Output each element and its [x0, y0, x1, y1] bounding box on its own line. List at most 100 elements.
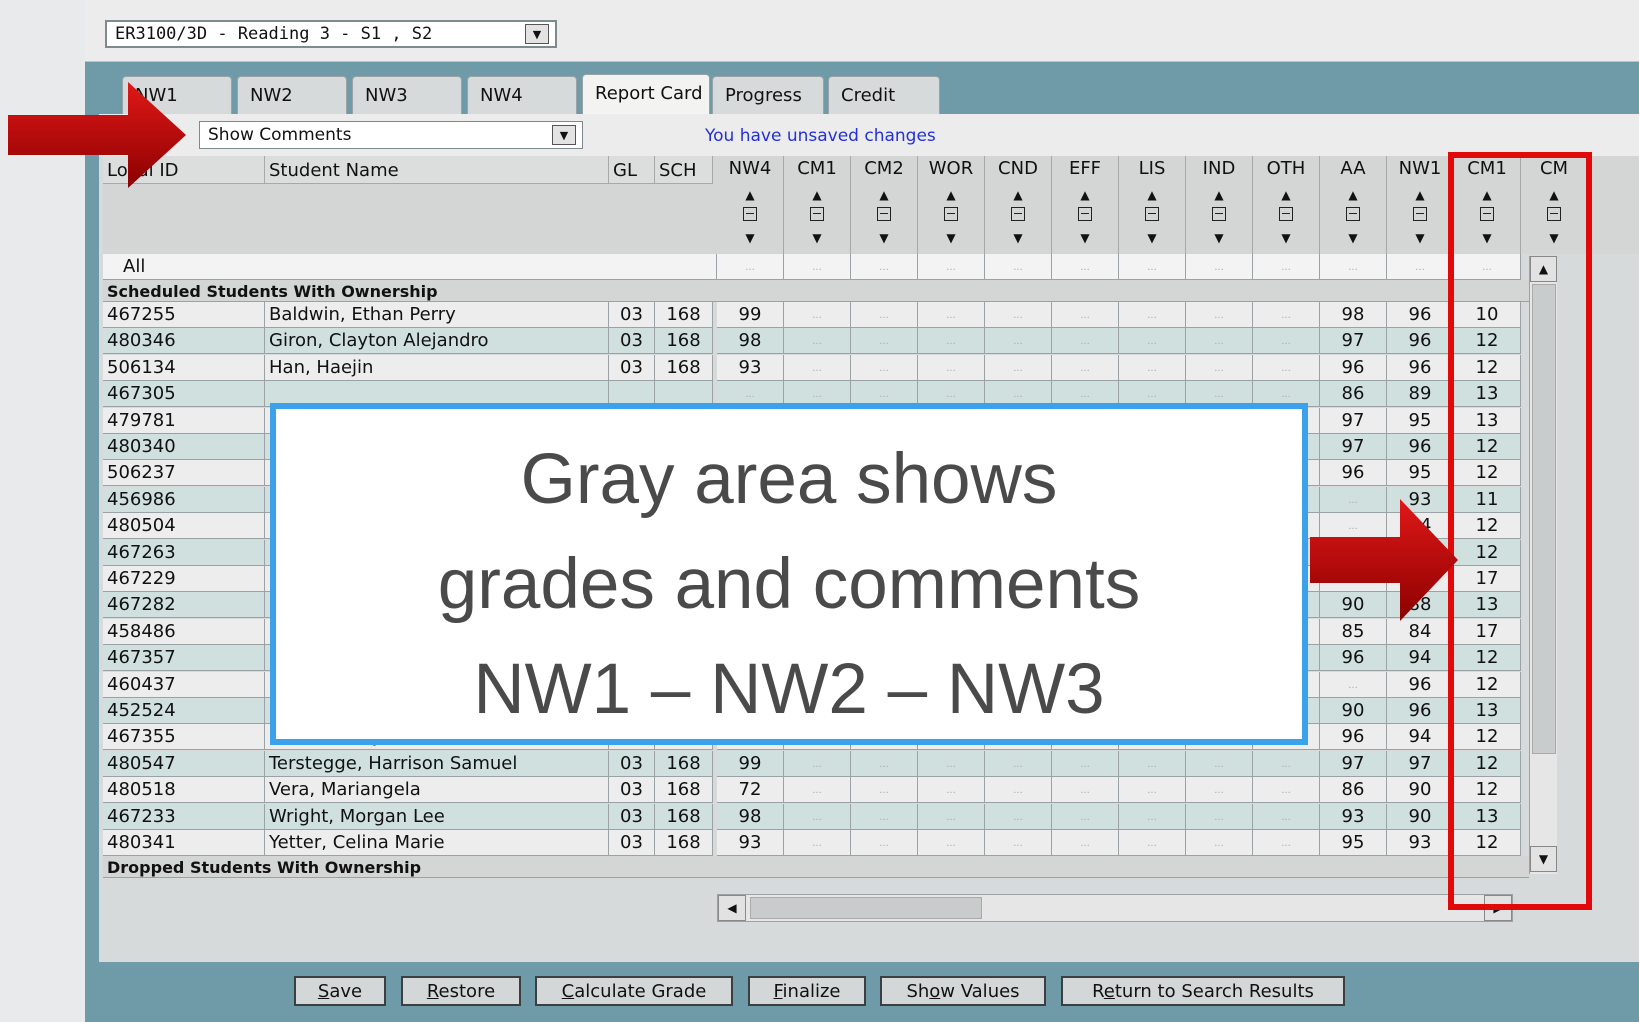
grade-cell[interactable]: 12: [1454, 354, 1521, 381]
grade-cell[interactable]: ...: [1052, 302, 1119, 328]
grade-cell[interactable]: ...: [1186, 830, 1253, 856]
grade-cell[interactable]: 97: [1320, 328, 1387, 355]
sort-up-icon[interactable]: ▲: [1320, 189, 1386, 201]
grade-cell[interactable]: ...: [784, 354, 851, 381]
table-row[interactable]: 467233 Wright, Morgan Lee 03 168 98.........…: [103, 803, 1529, 830]
grade-cell[interactable]: ...: [1253, 328, 1320, 355]
grade-cell[interactable]: ...: [1052, 328, 1119, 355]
grade-cell[interactable]: ...: [717, 254, 784, 280]
column-header-cm1[interactable]: CM1 ▲ ▼: [1454, 156, 1521, 254]
grade-cell[interactable]: 94: [1387, 724, 1454, 751]
scroll-down-icon[interactable]: ▼: [1530, 846, 1557, 872]
sort-down-icon[interactable]: ▼: [784, 232, 850, 244]
grade-cell[interactable]: 93: [1387, 830, 1454, 856]
grade-cell[interactable]: ...: [1052, 354, 1119, 381]
tab-progress[interactable]: Progress: [712, 76, 824, 114]
grade-cell[interactable]: ...: [985, 328, 1052, 355]
grade-cell[interactable]: ...: [784, 750, 851, 777]
grade-cell[interactable]: ...: [918, 803, 985, 830]
sort-up-icon[interactable]: ▲: [717, 189, 783, 201]
grade-cell[interactable]: ...: [851, 750, 918, 777]
sort-up-icon[interactable]: ▲: [1186, 189, 1252, 201]
collapse-icon[interactable]: [1212, 207, 1226, 221]
grade-cell[interactable]: 96: [1320, 645, 1387, 672]
grade-cell[interactable]: ...: [851, 328, 918, 355]
grade-cell[interactable]: 97: [1320, 434, 1387, 460]
grade-cell[interactable]: ...: [851, 354, 918, 381]
table-row[interactable]: 480518 Vera, Mariangela 03 168 72...........…: [103, 777, 1529, 804]
grade-cell[interactable]: 97: [1320, 407, 1387, 434]
grade-cell[interactable]: 96: [1387, 698, 1454, 724]
action-button-1[interactable]: Restore: [401, 976, 521, 1006]
grade-cell[interactable]: 13: [1454, 407, 1521, 434]
grade-cell[interactable]: ...: [1119, 803, 1186, 830]
grade-cell[interactable]: ...: [985, 750, 1052, 777]
tab-nw4[interactable]: NW4: [467, 76, 577, 114]
action-button-5[interactable]: Return to Search Results: [1061, 976, 1345, 1006]
action-button-3[interactable]: Finalize: [748, 976, 866, 1006]
grade-cell[interactable]: 12: [1454, 539, 1521, 566]
grade-cell[interactable]: 89: [1387, 381, 1454, 408]
grade-cell[interactable]: 12: [1454, 328, 1521, 355]
scroll-right-icon[interactable]: ▶: [1484, 895, 1512, 921]
grade-cell[interactable]: ...: [784, 830, 851, 856]
grade-cell[interactable]: 12: [1454, 830, 1521, 856]
collapse-icon[interactable]: [1413, 207, 1427, 221]
grade-cell[interactable]: ...: [851, 302, 918, 328]
chevron-down-icon[interactable]: ▼: [525, 24, 549, 44]
grade-cell[interactable]: ...: [784, 777, 851, 804]
grade-cell[interactable]: ...: [918, 830, 985, 856]
grade-cell[interactable]: 97: [1387, 750, 1454, 777]
sort-down-icon[interactable]: ▼: [918, 232, 984, 244]
sort-up-icon[interactable]: ▲: [1119, 189, 1185, 201]
grade-cell[interactable]: 96: [1387, 671, 1454, 698]
grade-cell[interactable]: 96: [1387, 328, 1454, 355]
grade-cell[interactable]: 95: [1387, 407, 1454, 434]
grade-cell[interactable]: ...: [1052, 254, 1119, 280]
grade-cell[interactable]: ...: [1119, 830, 1186, 856]
grade-cell[interactable]: 98: [717, 803, 784, 830]
course-select[interactable]: ER3100/3D - Reading 3 - S1 , S2 ▼: [105, 20, 557, 48]
grade-cell[interactable]: ...: [1454, 254, 1521, 280]
sort-down-icon[interactable]: ▼: [851, 232, 917, 244]
header-sch[interactable]: SCH: [655, 156, 713, 184]
column-header-nw1[interactable]: NW1 ▲ ▼: [1387, 156, 1454, 254]
grade-cell[interactable]: 96: [1320, 354, 1387, 381]
grade-cell[interactable]: ...: [1253, 302, 1320, 328]
grade-cell[interactable]: ...: [784, 328, 851, 355]
tab-credit[interactable]: Credit: [828, 76, 940, 114]
grade-cell[interactable]: 12: [1454, 513, 1521, 540]
sort-up-icon[interactable]: ▲: [985, 189, 1051, 201]
grade-cell[interactable]: 95: [1387, 460, 1454, 487]
grade-cell[interactable]: 96: [1320, 724, 1387, 751]
grade-cell[interactable]: ...: [918, 750, 985, 777]
grade-cell[interactable]: ...: [784, 803, 851, 830]
sort-down-icon[interactable]: ▼: [985, 232, 1051, 244]
vertical-scrollbar[interactable]: ▲ ▼: [1529, 256, 1557, 874]
grade-cell[interactable]: 13: [1454, 698, 1521, 724]
grade-cell[interactable]: 11: [1454, 486, 1521, 513]
grade-cell[interactable]: 98: [717, 328, 784, 355]
grade-cell[interactable]: ...: [1253, 254, 1320, 280]
sort-down-icon[interactable]: ▼: [1387, 232, 1453, 244]
column-header-eff[interactable]: EFF ▲ ▼: [1052, 156, 1119, 254]
grade-cell[interactable]: 96: [1320, 460, 1387, 487]
grade-cell[interactable]: ...: [1186, 777, 1253, 804]
grade-cell[interactable]: ...: [1119, 328, 1186, 355]
grade-cell[interactable]: ...: [1186, 254, 1253, 280]
sort-down-icon[interactable]: ▼: [1119, 232, 1185, 244]
sort-up-icon[interactable]: ▲: [1253, 189, 1319, 201]
sort-down-icon[interactable]: ▼: [1253, 232, 1319, 244]
tab-nw3[interactable]: NW3: [352, 76, 462, 114]
grade-cell[interactable]: 97: [1320, 750, 1387, 777]
column-header-cm[interactable]: CM ▲ ▼: [1521, 156, 1588, 254]
grade-cell[interactable]: ...: [1119, 254, 1186, 280]
grade-cell[interactable]: ...: [985, 777, 1052, 804]
grade-cell[interactable]: ...: [1186, 328, 1253, 355]
grade-cell[interactable]: 93: [717, 830, 784, 856]
grade-cell[interactable]: 13: [1454, 592, 1521, 619]
grade-cell[interactable]: 93: [717, 354, 784, 381]
column-header-nw4[interactable]: NW4 ▲ ▼: [717, 156, 784, 254]
column-header-cnd[interactable]: CND ▲ ▼: [985, 156, 1052, 254]
grade-cell[interactable]: ...: [1119, 354, 1186, 381]
